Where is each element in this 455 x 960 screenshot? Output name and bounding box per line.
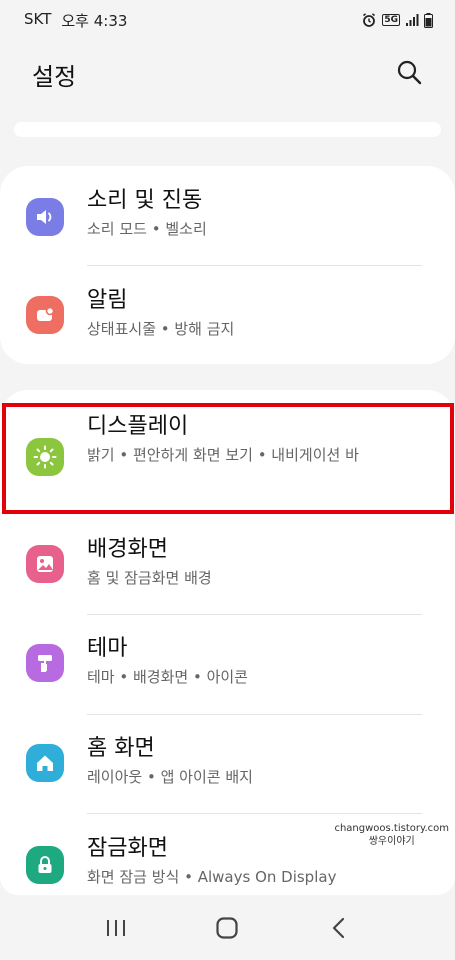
item-title: 테마 [87,636,128,661]
divider [87,714,422,715]
status-bar: SKT 오후 4:33 5G [0,0,455,40]
home-button[interactable] [207,910,247,950]
divider [87,813,422,814]
notification-icon [26,296,64,334]
settings-group-1: 소리 및 진동 소리 모드 • 벨소리 알림 상태표시줄 • 방해 금지 [0,166,455,364]
signal-icon [405,13,419,27]
volume-icon [26,198,64,236]
item-title: 홈 화면 [87,736,155,761]
item-subtitle: 상태표시줄 • 방해 금지 [87,320,235,338]
collapsed-suggestion-card[interactable] [14,122,441,137]
carrier-label: SKT [24,9,52,28]
settings-group-2: 디스플레이 밝기 • 편안하게 화면 보기 • 내비게이션 바 배경화면 홈 및… [0,390,455,895]
item-title: 배경화면 [87,537,168,562]
settings-item-sound[interactable]: 소리 및 진동 소리 모드 • 벨소리 [0,186,455,266]
status-time: 오후 4:33 [61,11,128,30]
search-icon [396,59,422,89]
item-subtitle: 테마 • 배경화면 • 아이콘 [87,668,248,686]
back-button[interactable] [319,910,359,950]
watermark-blog-name: 쌍우이야기 [368,836,415,847]
item-subtitle: 레이아웃 • 앱 아이콘 배지 [87,768,253,786]
sun-icon [26,438,64,476]
divider [87,614,422,615]
alarm-icon [361,12,377,28]
item-subtitle: 밝기 • 편안하게 화면 보기 • 내비게이션 바 [87,446,359,464]
item-title: 알림 [87,288,128,313]
page-title: 설정 [32,62,77,91]
settings-item-theme[interactable]: 테마 테마 • 배경화면 • 아이콘 [0,634,455,704]
settings-item-home-screen[interactable]: 홈 화면 레이아웃 • 앱 아이콘 배지 [0,734,455,804]
watermark-url: changwoos.tistory.com [334,823,449,834]
navigation-bar [0,900,455,960]
settings-item-notifications[interactable]: 알림 상태표시줄 • 방해 금지 [0,286,455,356]
battery-icon [424,12,433,28]
search-button[interactable] [393,58,425,90]
divider [87,265,422,266]
item-subtitle: 소리 모드 • 벨소리 [87,220,207,238]
settings-item-wallpaper[interactable]: 배경화면 홈 및 잠금화면 배경 [0,535,455,605]
recents-icon [105,918,127,942]
item-title: 디스플레이 [87,414,189,439]
lock-icon [26,846,64,884]
network-5g-icon: 5G [382,14,400,26]
watermark: changwoos.tistory.com 쌍우이야기 [334,822,449,848]
header: 설정 [0,52,455,96]
recents-button[interactable] [96,910,136,950]
item-subtitle: 홈 및 잠금화면 배경 [87,569,212,587]
wallpaper-icon [26,545,64,583]
item-subtitle: 화면 잠금 방식 • Always On Display [87,868,337,886]
item-title: 소리 및 진동 [87,188,203,213]
back-icon [331,917,347,943]
settings-item-display[interactable]: 디스플레이 밝기 • 편안하게 화면 보기 • 내비게이션 바 [0,412,455,504]
home-button-icon [215,916,239,944]
paint-roller-icon [26,644,64,682]
home-icon [26,744,64,782]
